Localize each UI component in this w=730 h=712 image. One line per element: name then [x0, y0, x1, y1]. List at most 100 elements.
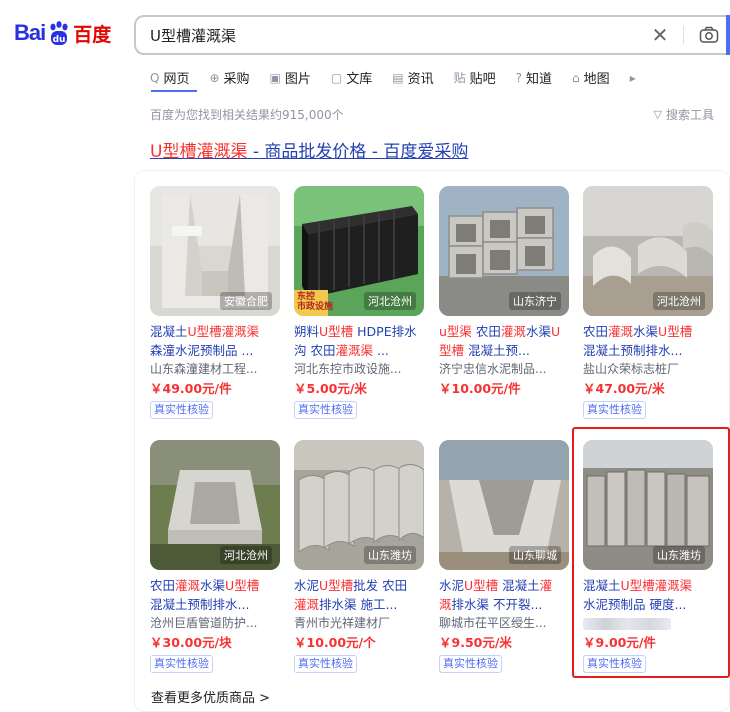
tab-map[interactable]: ⌂ 地图 — [572, 68, 610, 88]
product-title[interactable]: 混凝土U型槽灌溉渠 水泥预制品 硬度... — [583, 576, 713, 614]
tieba-icon: 贴 — [453, 71, 466, 85]
verification-badge[interactable]: 真实性核验 — [150, 401, 213, 419]
active-tab-indicator — [151, 90, 197, 92]
product-seller: 盐山众荣标志桩厂 — [583, 362, 680, 376]
tab-label: 资讯 — [407, 72, 434, 87]
product-seller-blurred — [583, 614, 713, 633]
verification-badge[interactable]: 真实性核验 — [583, 655, 646, 673]
product-title[interactable]: 水泥U型槽 混凝土灌 溉排水渠 不开裂... — [439, 576, 569, 614]
product-price: ￥9.50元/米 — [439, 635, 512, 650]
tab-images[interactable]: ▣ 图片 — [269, 68, 311, 88]
brand-label: 东控 市政设施 — [297, 292, 334, 312]
tab-label: 贴吧 — [469, 72, 496, 87]
result-title-link[interactable]: U型槽灌溉渠 - 商品批发价格 - 百度爱采购 — [150, 137, 468, 162]
camera-icon[interactable] — [692, 26, 726, 44]
paw-icon: du — [46, 20, 72, 46]
search-icon: Q — [150, 70, 160, 85]
product-item[interactable]: 东控 市政设施 河北沧州 朔料U型槽 HDPE排水沟 农田灌溉渠 ... 河北东… — [294, 186, 424, 426]
document-icon: ▢ — [330, 70, 343, 85]
product-price: ￥10.00元/件 — [439, 381, 521, 396]
tab-label: 文库 — [346, 72, 373, 87]
product-location: 河北沧州 — [220, 546, 272, 564]
result-count: 百度为您找到相关结果约915,000个 — [150, 108, 344, 122]
product-item[interactable]: 山东济宁 u型渠 农田灌溉水渠U 型槽 混凝土预... 济宁忠信水泥制品... ￥… — [439, 186, 569, 426]
product-title[interactable]: 朔料U型槽 HDPE排水沟 农田灌溉渠 ... — [294, 322, 424, 360]
view-more-link[interactable]: 查看更多优质商品 > — [151, 687, 270, 706]
search-divider — [683, 26, 684, 44]
tab-tieba[interactable]: 贴贴吧 — [454, 68, 496, 87]
image-icon: ▣ — [269, 70, 281, 85]
filter-icon: ▽ — [653, 108, 662, 121]
logo-text-baidu: 百度 — [73, 23, 112, 46]
tab-zhidao[interactable]: ? 知道 — [515, 68, 553, 88]
product-image[interactable]: 安徽合肥 — [150, 186, 280, 316]
product-item[interactable]: 河北沧州 农田灌溉水渠U型槽 混凝土预制排水... 盐山众荣标志桩厂 ￥47.00… — [583, 186, 713, 426]
verification-badge[interactable]: 真实性核验 — [439, 655, 502, 673]
product-image[interactable]: 河北沧州 — [583, 186, 713, 316]
tab-label: 采购 — [223, 72, 250, 87]
product-price: ￥10.00元/个 — [294, 635, 376, 650]
product-seller: 青州市光祥建材厂 — [294, 616, 391, 630]
product-title[interactable]: 水泥U型槽批发 农田 灌溉排水渠 施工... — [294, 576, 424, 614]
result-title-highlight: U型槽灌溉渠 — [150, 142, 248, 162]
product-location: 河北沧州 — [653, 292, 705, 310]
product-title[interactable]: 混凝土U型槽灌溉渠 森潼水泥预制品 ... — [150, 322, 280, 360]
product-price: ￥49.00元/件 — [150, 381, 232, 396]
question-icon: ? — [515, 70, 523, 85]
video-icon: ▸ — [629, 70, 636, 85]
product-seller: 山东森潼建材工程... — [150, 362, 258, 376]
result-title-rest: - 商品批发价格 - 百度爱采购 — [247, 142, 469, 162]
product-image[interactable]: 山东潍坊 — [294, 440, 424, 570]
product-price: ￥9.00元/件 — [583, 635, 656, 650]
tab-label: 知道 — [526, 72, 553, 87]
tab-label: 地图 — [583, 72, 610, 87]
tab-wenku[interactable]: ▢ 文库 — [330, 68, 373, 88]
product-title[interactable]: 农田灌溉水渠U型槽 混凝土预制排水... — [150, 576, 280, 614]
verification-badge[interactable]: 真实性核验 — [583, 401, 646, 419]
product-title[interactable]: u型渠 农田灌溉水渠U 型槽 混凝土预... — [439, 322, 569, 360]
tab-label: 网页 — [163, 72, 190, 87]
product-location: 安徽合肥 — [220, 292, 272, 310]
baidu-logo[interactable]: Bai du 百度 — [14, 18, 111, 48]
news-icon: ▤ — [392, 70, 404, 85]
product-location: 河北沧州 — [364, 292, 416, 310]
product-image[interactable]: 东控 市政设施 河北沧州 — [294, 186, 424, 316]
product-title[interactable]: 农田灌溉水渠U型槽 混凝土预制排水... — [583, 322, 713, 360]
verification-badge[interactable]: 真实性核验 — [150, 655, 213, 673]
product-image[interactable]: 山东济宁 — [439, 186, 569, 316]
product-price: ￥30.00元/块 — [150, 635, 232, 650]
product-location: 山东聊城 — [509, 546, 561, 564]
product-seller: 沧州巨盾管道防护... — [150, 616, 258, 630]
product-item[interactable]: 山东聊城 水泥U型槽 混凝土灌 溉排水渠 不开裂... 聊城市茌平区绶生... ￥… — [439, 440, 569, 680]
product-image[interactable]: 山东聊城 — [439, 440, 569, 570]
product-location: 山东济宁 — [509, 292, 561, 310]
tab-web[interactable]: Q 网页 — [150, 68, 190, 88]
logo-text-bai: Bai — [14, 20, 46, 45]
product-location: 山东潍坊 — [364, 546, 416, 564]
product-item[interactable]: 河北沧州 农田灌溉水渠U型槽 混凝土预制排水... 沧州巨盾管道防护... ￥30… — [150, 440, 280, 680]
product-item[interactable]: 山东潍坊 混凝土U型槽灌溉渠 水泥预制品 硬度... ￥9.00元/件 真实性核验 — [583, 440, 713, 680]
tab-news[interactable]: ▤ 资讯 — [392, 68, 434, 88]
tab-label: 图片 — [284, 72, 311, 87]
product-seller: 河北东控市政设施... — [294, 362, 402, 376]
product-item[interactable]: 安徽合肥 混凝土U型槽灌溉渠 森潼水泥预制品 ... 山东森潼建材工程... ￥4… — [150, 186, 280, 426]
product-price: ￥5.00元/米 — [294, 381, 367, 396]
svg-text:du: du — [53, 35, 66, 45]
product-seller: 聊城市茌平区绶生... — [439, 616, 547, 630]
product-seller: 济宁忠信水泥制品... — [439, 362, 547, 376]
product-location: 山东潍坊 — [653, 546, 705, 564]
search-button[interactable] — [726, 15, 730, 55]
verification-badge[interactable]: 真实性核验 — [294, 655, 357, 673]
product-image[interactable]: 河北沧州 — [150, 440, 280, 570]
purchase-icon: ⊕ — [209, 70, 220, 85]
search-tools-button[interactable]: ▽ 搜索工具 — [654, 106, 714, 123]
product-image[interactable]: 山东潍坊 — [583, 440, 713, 570]
product-item[interactable]: 山东潍坊 水泥U型槽批发 农田 灌溉排水渠 施工... 青州市光祥建材厂 ￥10.… — [294, 440, 424, 680]
search-input[interactable]: U型槽灌溉渠 — [136, 25, 645, 46]
search-tools-label: 搜索工具 — [665, 108, 714, 122]
tab-purchase[interactable]: ⊕ 采购 — [209, 68, 250, 88]
tab-video[interactable]: ▸ — [630, 68, 640, 87]
search-box[interactable]: U型槽灌溉渠 ✕ — [134, 15, 726, 55]
verification-badge[interactable]: 真实性核验 — [294, 401, 357, 419]
clear-icon[interactable]: ✕ — [645, 23, 675, 47]
